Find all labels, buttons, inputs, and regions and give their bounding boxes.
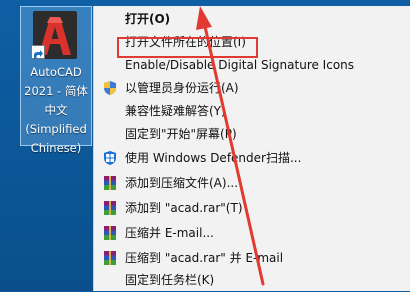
menu-item-label: 固定到"开始"屏幕(P) xyxy=(125,127,237,141)
windows-defender-icon xyxy=(102,150,118,166)
menu-item-label: 兼容性疑难解答(Y) xyxy=(125,104,226,118)
winrar-icon xyxy=(102,250,118,266)
winrar-icon xyxy=(102,225,118,241)
menu-item-compatibility-troubleshoot[interactable]: 兼容性疑难解答(Y) xyxy=(94,100,410,123)
menu-item-open[interactable]: 打开(O) xyxy=(94,8,410,31)
shortcut-label-line: AutoCAD xyxy=(30,65,82,79)
autocad-desktop-shortcut[interactable]: AutoCAD 2021 - 简体 中文 (Simplified Chinese… xyxy=(20,6,92,155)
shortcut-label-line: 2021 - 简体 xyxy=(24,84,88,98)
menu-item-label: 以管理员身份运行(A) xyxy=(125,81,239,95)
shortcut-label-line: 中文 xyxy=(44,103,68,117)
menu-item-label: 使用 Windows Defender扫描... xyxy=(125,151,302,165)
menu-item-label: 打开(O) xyxy=(125,12,171,26)
shortcut-label: AutoCAD 2021 - 简体 中文 (Simplified Chinese… xyxy=(21,63,91,158)
shortcut-label-line: Chinese) xyxy=(30,141,82,155)
winrar-icon xyxy=(102,200,118,216)
menu-item-pin-to-taskbar[interactable]: 固定到任务栏(K) xyxy=(94,269,410,292)
shortcut-arrow-icon xyxy=(31,45,45,59)
menu-item-add-to-acad-rar[interactable]: 添加到 "acad.rar"(T) xyxy=(94,197,410,220)
menu-item-label: Enable/Disable Digital Signature Icons xyxy=(125,58,355,72)
menu-item-label: 固定到任务栏(K) xyxy=(125,273,215,287)
menu-item-label: 添加到压缩文件(A)... xyxy=(125,176,239,190)
menu-item-run-as-admin[interactable]: 以管理员身份运行(A) xyxy=(94,77,410,100)
uac-shield-icon xyxy=(102,80,118,96)
menu-item-compress-and-email[interactable]: 压缩并 E-mail... xyxy=(94,222,410,245)
menu-item-label: 压缩到 "acad.rar" 并 E-mail xyxy=(125,251,284,265)
shortcut-label-line: (Simplified xyxy=(25,122,87,136)
menu-item-add-to-archive[interactable]: 添加到压缩文件(A)... xyxy=(94,172,410,195)
menu-item-label: 添加到 "acad.rar"(T) xyxy=(125,201,243,215)
menu-item-defender-scan[interactable]: 使用 Windows Defender扫描... xyxy=(94,147,410,170)
menu-item-compress-to-acad-rar-and-email[interactable]: 压缩到 "acad.rar" 并 E-mail xyxy=(94,247,410,270)
menu-item-label: 压缩并 E-mail... xyxy=(125,226,214,240)
menu-item-pin-to-start[interactable]: 固定到"开始"屏幕(P) xyxy=(94,123,410,146)
winrar-icon xyxy=(102,175,118,191)
highlight-annotation-box xyxy=(117,37,258,58)
